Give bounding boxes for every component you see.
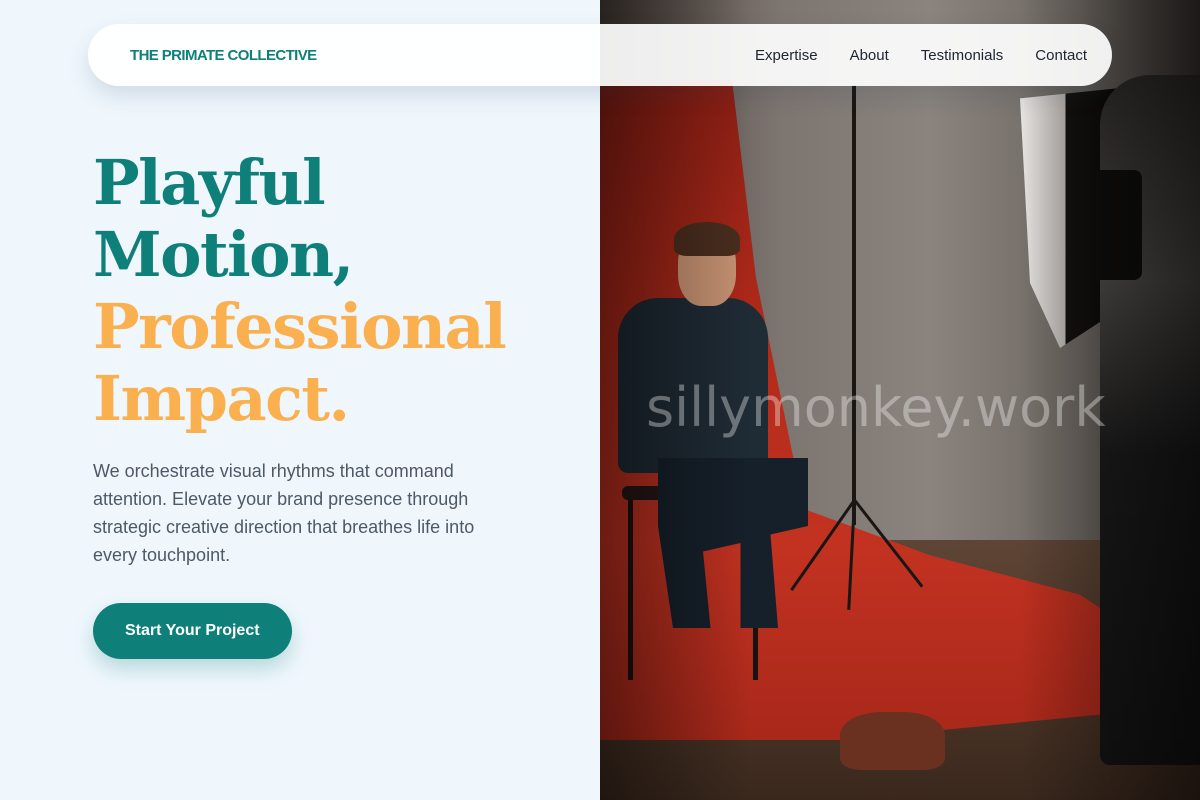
hero-section: Playful Motion, Professional Impact. We …	[93, 147, 563, 659]
nav-links: Expertise About Testimonials Contact	[755, 47, 1087, 64]
photo-watermark: sillymonkey.work	[646, 376, 1106, 439]
hero-headline: Playful Motion, Professional Impact.	[93, 147, 563, 435]
top-navbar: THE PRIMATE COLLECTIVE Expertise About T…	[88, 24, 1112, 86]
landing-page: sillymonkey.work THE PRIMATE COLLECTIVE …	[0, 0, 1200, 800]
nav-link-testimonials[interactable]: Testimonials	[921, 47, 1004, 64]
hero-description: We orchestrate visual rhythms that comma…	[93, 461, 475, 565]
headline-line-2: Motion,	[93, 218, 354, 291]
brand-logo[interactable]: THE PRIMATE COLLECTIVE	[130, 47, 317, 64]
nav-link-expertise[interactable]: Expertise	[755, 47, 818, 64]
headline-line-1: Playful	[93, 146, 326, 219]
headline-line-4: Impact.	[93, 362, 350, 435]
nav-link-about[interactable]: About	[850, 47, 889, 64]
hero-photo: sillymonkey.work	[600, 0, 1200, 800]
headline-line-3: Professional	[93, 290, 507, 363]
start-project-button[interactable]: Start Your Project	[93, 603, 292, 659]
nav-link-contact[interactable]: Contact	[1035, 47, 1087, 64]
